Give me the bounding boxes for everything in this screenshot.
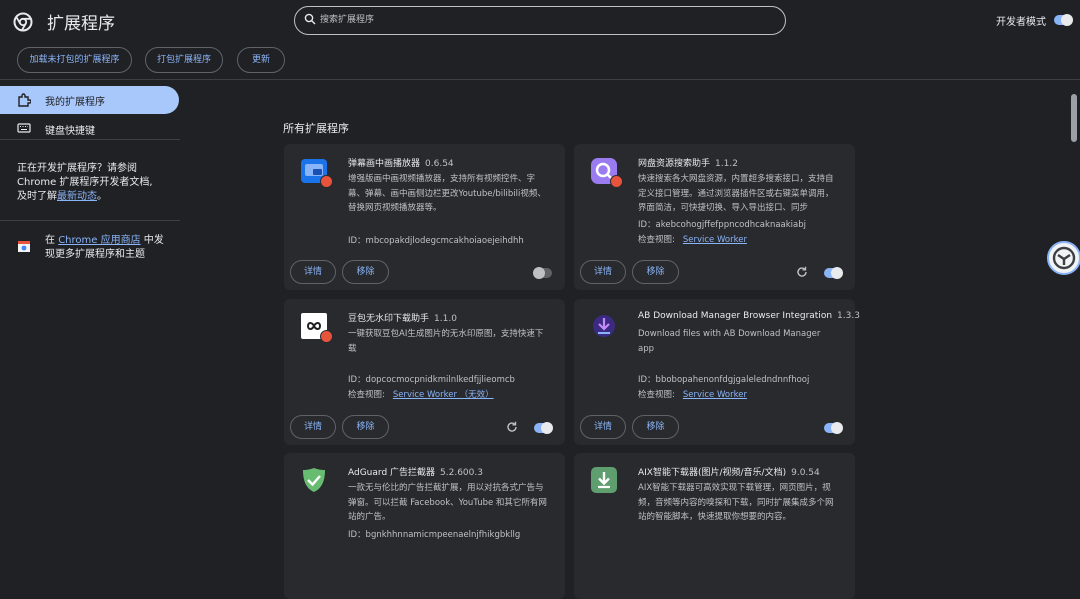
web-store-text: 在 xyxy=(45,235,59,246)
developer-mode-toggle[interactable] xyxy=(1054,14,1073,26)
inspect-views-label: 检查视图: xyxy=(638,390,675,400)
chrome-web-store-link[interactable]: Chrome 应用商店 xyxy=(58,235,140,246)
sidebar-item-label: 我的扩展程序 xyxy=(45,97,105,108)
extension-name-text: 豆包无水印下载助手 xyxy=(348,314,430,324)
extension-name: AB Download Manager Browser Integration 1… xyxy=(638,311,860,321)
chrome-logo-icon xyxy=(13,12,33,32)
service-worker-link[interactable]: Service Worker （无效） xyxy=(393,390,494,400)
record-badge-icon xyxy=(610,175,623,188)
assistant-icon xyxy=(1052,246,1076,270)
keyboard-icon xyxy=(17,123,31,133)
extension-name: AIX智能下载器(图片/视频/音乐/文档) 9.0.54 xyxy=(638,465,820,478)
remove-button[interactable]: 移除 xyxy=(632,260,679,284)
top-bar: 扩展程序 开发者模式 加载未打包的扩展程序 打包扩展程序 更新 xyxy=(0,0,1080,80)
remove-button[interactable]: 移除 xyxy=(342,260,389,284)
extension-name: 弹幕画中画播放器 0.6.54 xyxy=(348,156,454,169)
developer-notice-line: 正在开发扩展程序？请参阅 xyxy=(17,163,137,174)
inspect-views-label: 检查视图: xyxy=(348,390,385,400)
record-badge-icon xyxy=(320,330,333,343)
extension-description: 增强版画中画视频播放器，支持所有视频控件、字幕、弹幕、画中画侧边栏更改Youtu… xyxy=(348,174,546,213)
extension-card: 豆包无水印下载助手 1.1.0 一键获取豆包AI生成图片的无水印原图，支持快速下载… xyxy=(284,299,565,445)
remove-button[interactable]: 移除 xyxy=(632,415,679,439)
extension-enable-toggle[interactable] xyxy=(824,422,843,434)
inspect-views: 检查视图: Service Worker xyxy=(638,233,747,245)
developer-notice-text: 及时了解 xyxy=(17,191,57,202)
sidebar-item-my-extensions[interactable]: 我的扩展程序 xyxy=(0,86,179,114)
search-icon xyxy=(304,13,316,25)
floating-assistant-button[interactable] xyxy=(1047,241,1080,275)
sidebar-divider xyxy=(0,220,180,221)
extension-description: 一键获取豆包AI生成图片的无水印原图，支持快速下载 xyxy=(348,329,544,354)
pack-extension-button[interactable]: 打包扩展程序 xyxy=(145,47,223,73)
extension-card: AB Download Manager Browser Integration 1… xyxy=(574,299,860,445)
extension-description: 一款无与伦比的广告拦截扩展，用以对抗各式广告与弹窗。可以拦截 Facebook、… xyxy=(348,483,547,522)
load-unpacked-button[interactable]: 加载未打包的扩展程序 xyxy=(17,47,132,73)
reload-icon[interactable] xyxy=(506,421,518,433)
extension-id: ID：bbobopahenonfdgjgaleledndnnfhooj xyxy=(638,375,810,385)
latest-news-link[interactable]: 最新动态 xyxy=(57,191,97,202)
extension-enable-toggle[interactable] xyxy=(824,267,843,279)
inspect-views-label: 检查视图: xyxy=(638,235,675,245)
sidebar: 我的扩展程序 键盘快捷键 正在开发扩展程序？请参阅 Chrome 扩展程序开发者… xyxy=(0,81,180,546)
extension-id: ID：bgnkhhnnamicmpeenaelnjfhikgbkllg xyxy=(348,530,521,540)
page-title: 扩展程序 xyxy=(47,14,115,34)
extension-version: 9.0.54 xyxy=(791,468,820,478)
extension-name-text: 弹幕画中画播放器 xyxy=(348,159,421,169)
reload-icon[interactable] xyxy=(796,266,808,278)
extension-version: 1.1.2 xyxy=(715,159,738,169)
extension-enable-toggle[interactable] xyxy=(534,422,553,434)
details-button[interactable]: 详情 xyxy=(580,415,626,439)
extension-version: 5.2.600.3 xyxy=(440,468,483,478)
extension-icon xyxy=(18,93,31,107)
sidebar-divider xyxy=(0,139,180,140)
developer-notice-text: 。 xyxy=(97,191,107,202)
extension-description: Download files with AB Download Manager … xyxy=(638,329,821,354)
update-button[interactable]: 更新 xyxy=(237,47,285,73)
sidebar-item-label: 键盘快捷键 xyxy=(45,126,95,137)
search-box[interactable] xyxy=(294,6,786,35)
extension-enable-toggle[interactable] xyxy=(533,267,552,279)
extension-id: ID：mbcopakdjlodegcmcakhoiaoejeihdhh xyxy=(348,236,524,246)
extension-name-text: AIX智能下载器(图片/视频/音乐/文档) xyxy=(638,468,787,478)
remove-button[interactable]: 移除 xyxy=(342,415,389,439)
extension-id: ID：dopcocmocpnidkmilnlkedfjjlieomcb xyxy=(348,375,515,385)
search-input[interactable] xyxy=(320,10,770,30)
extension-card: 弹幕画中画播放器 0.6.54 增强版画中画视频播放器，支持所有视频控件、字幕、弹… xyxy=(284,144,565,290)
web-store-notice: 在 Chrome 应用商店 中发 现更多扩展程序和主题 xyxy=(45,234,164,262)
extension-name: 豆包无水印下载助手 1.1.0 xyxy=(348,311,457,324)
extension-name-text: 网盘资源搜索助手 xyxy=(638,159,711,169)
scrollbar-thumb[interactable] xyxy=(1071,94,1077,142)
developer-notice: 正在开发扩展程序？请参阅 Chrome 扩展程序开发者文档, 及时了解最新动态。 xyxy=(17,162,153,204)
developer-mode-label: 开发者模式 xyxy=(996,17,1046,28)
service-worker-link[interactable]: Service Worker xyxy=(683,390,747,400)
inspect-views: 检查视图: Service Worker （无效） xyxy=(348,388,494,400)
web-store-text: 现更多扩展程序和主题 xyxy=(45,249,145,260)
ab-download-icon xyxy=(593,315,615,337)
extension-card: 网盘资源搜索助手 1.1.2 快速搜索各大网盘资源，内置超多搜索接口，支持自定义接… xyxy=(574,144,855,290)
service-worker-link[interactable]: Service Worker xyxy=(683,235,747,245)
chrome-web-store-icon xyxy=(18,241,30,252)
adguard-icon xyxy=(303,468,325,492)
extension-card: AIX智能下载器(图片/视频/音乐/文档) 9.0.54 AIX智能下载器可高效实… xyxy=(574,453,855,599)
developer-notice-line: Chrome 扩展程序开发者文档, xyxy=(17,177,153,188)
details-button[interactable]: 详情 xyxy=(290,260,336,284)
extension-description: AIX智能下载器可高效实现下载管理，网页图片，视频，音频等内容的嗅探和下载，同时… xyxy=(638,483,834,522)
extension-card: AdGuard 广告拦截器 5.2.600.3 一款无与伦比的广告拦截扩展，用以对… xyxy=(284,453,565,599)
extension-name: 网盘资源搜索助手 1.1.2 xyxy=(638,156,738,169)
extension-description: 快速搜索各大网盘资源，内置超多搜索接口，支持自定义接口管理。通过浏览器插件区或右… xyxy=(638,174,834,213)
extension-version: 1.3.3 xyxy=(837,311,860,321)
extension-version: 0.6.54 xyxy=(425,159,454,169)
aix-download-icon xyxy=(591,467,617,493)
details-button[interactable]: 详情 xyxy=(290,415,336,439)
extension-name: AdGuard 广告拦截器 5.2.600.3 xyxy=(348,465,483,478)
extension-name-text: AdGuard 广告拦截器 xyxy=(348,468,436,478)
section-title: 所有扩展程序 xyxy=(283,122,349,135)
inspect-views: 检查视图: Service Worker xyxy=(638,388,747,400)
extension-id: ID：akebcohogjffefppncodhcaknaakiabj xyxy=(638,220,806,230)
web-store-text: 中发 xyxy=(140,235,164,246)
extension-name-text: AB Download Manager Browser Integration xyxy=(638,311,833,321)
extension-version: 1.1.0 xyxy=(434,314,457,324)
record-badge-icon xyxy=(320,175,333,188)
details-button[interactable]: 详情 xyxy=(580,260,626,284)
